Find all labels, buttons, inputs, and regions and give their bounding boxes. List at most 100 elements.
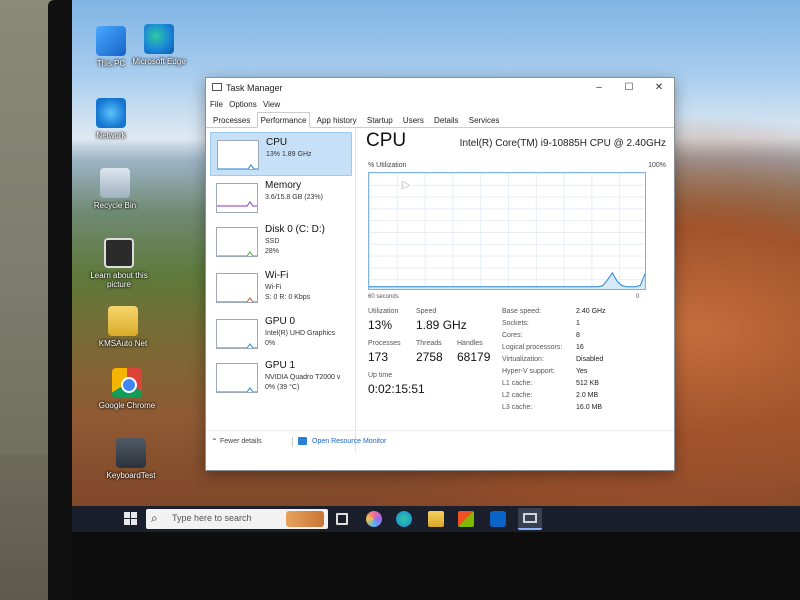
utilization-value: 13% bbox=[368, 318, 393, 332]
desktop-icon-edge[interactable]: Microsoft Edge bbox=[128, 24, 190, 66]
edge-taskbar-icon[interactable] bbox=[396, 511, 412, 527]
detail-value: 1 bbox=[576, 320, 580, 327]
taskbar-search-box[interactable]: ⌕ Type here to search bbox=[146, 509, 328, 529]
windows-logo-icon bbox=[124, 512, 130, 518]
outlook-icon[interactable] bbox=[490, 511, 506, 527]
window-title: Task Manager bbox=[226, 83, 283, 93]
detail-value: 2.40 GHz bbox=[576, 308, 606, 315]
maximize-button[interactable]: ☐ bbox=[614, 78, 644, 98]
computer-icon bbox=[96, 26, 126, 56]
resource-list: CPU 13% 1.89 GHz Memory 3.6/15.8 GB (23%… bbox=[206, 128, 356, 452]
resource-cpu[interactable]: CPU 13% 1.89 GHz bbox=[210, 132, 352, 176]
copilot-icon[interactable] bbox=[366, 511, 382, 527]
menu-file[interactable]: File bbox=[210, 100, 223, 109]
task-manager-icon bbox=[523, 513, 537, 523]
resource-detail: 3.6/15.8 GB (23%) bbox=[265, 194, 323, 201]
resource-detail: NVIDIA Quadro T2000 v bbox=[265, 374, 341, 381]
detail-value: 8 bbox=[576, 332, 580, 339]
resource-detail: Intel(R) UHD Graphics bbox=[265, 330, 336, 337]
detail-key: Cores: bbox=[502, 332, 523, 339]
detail-key: L1 cache: bbox=[502, 380, 533, 387]
speed-value: 1.89 GHz bbox=[416, 318, 467, 332]
footer-divider bbox=[292, 437, 293, 447]
title-bar[interactable]: Task Manager – ☐ ✕ bbox=[206, 78, 674, 98]
detail-key: Hyper-V support: bbox=[502, 368, 555, 375]
processes-label: Processes bbox=[368, 340, 401, 347]
open-resource-monitor-link[interactable]: Open Resource Monitor bbox=[312, 438, 386, 445]
resource-gpu0[interactable]: GPU 0 Intel(R) UHD Graphics 0% bbox=[210, 312, 352, 356]
chrome-icon bbox=[112, 368, 142, 398]
cpu-graph-svg bbox=[369, 271, 646, 289]
disk-thumbnail-graph bbox=[216, 227, 258, 257]
wifi-thumbnail-graph bbox=[216, 273, 258, 303]
close-button[interactable]: ✕ bbox=[644, 78, 674, 98]
desktop-icon-kmsauto[interactable]: KMSAuto Net bbox=[92, 306, 154, 348]
resource-name: Disk 0 (C: D:) bbox=[265, 224, 325, 235]
search-placeholder: Type here to search bbox=[172, 513, 252, 523]
detail-key: Logical processors: bbox=[502, 344, 563, 351]
start-button[interactable] bbox=[124, 512, 138, 526]
folder-icon bbox=[108, 306, 138, 336]
tab-details[interactable]: Details bbox=[430, 112, 462, 128]
minimize-button[interactable]: – bbox=[584, 78, 614, 98]
performance-pane: CPU 13% 1.89 GHz Memory 3.6/15.8 GB (23%… bbox=[206, 128, 674, 452]
desktop-icon-label: Microsoft Edge bbox=[132, 57, 186, 66]
desktop-icon-learn-about-picture[interactable]: Learn about this picture bbox=[88, 238, 150, 289]
camera-icon bbox=[104, 238, 134, 268]
processes-value: 173 bbox=[368, 350, 389, 364]
resource-detail-2: 28% bbox=[265, 248, 280, 255]
detail-value: 16 bbox=[576, 344, 584, 351]
task-manager-taskbar-icon[interactable] bbox=[518, 508, 542, 530]
desktop-icon-label: KMSAuto Net bbox=[98, 339, 148, 348]
detail-value: Disabled bbox=[576, 356, 604, 363]
tab-performance[interactable]: Performance bbox=[256, 112, 311, 128]
tab-processes[interactable]: Processes bbox=[209, 112, 254, 128]
graph-max: 100% bbox=[648, 162, 666, 169]
tab-users[interactable]: Users bbox=[399, 112, 428, 128]
microsoft-store-icon[interactable] bbox=[458, 511, 474, 527]
task-view-icon[interactable] bbox=[336, 513, 348, 525]
menu-bar: File Options View bbox=[206, 98, 674, 112]
file-explorer-icon[interactable] bbox=[428, 511, 444, 527]
desktop-icon-network[interactable]: Network bbox=[80, 98, 142, 140]
tab-services[interactable]: Services bbox=[465, 112, 504, 128]
resource-name: Memory bbox=[265, 180, 302, 191]
detail-value: Yes bbox=[576, 368, 588, 375]
detail-key: Base speed: bbox=[502, 308, 541, 315]
tab-startup[interactable]: Startup bbox=[363, 112, 397, 128]
thumbnail-line bbox=[217, 251, 257, 256]
task-manager-app-icon bbox=[212, 83, 222, 91]
resource-monitor-icon bbox=[298, 437, 307, 445]
edge-icon bbox=[144, 24, 174, 54]
uptime-value: 0:02:15:51 bbox=[368, 382, 425, 396]
resource-detail: Wi-Fi bbox=[265, 284, 282, 291]
resource-disk[interactable]: Disk 0 (C: D:) SSD 28% bbox=[210, 220, 352, 264]
speed-label: Speed bbox=[416, 308, 437, 315]
desktop-icon-keyboardtest[interactable]: KeyboardTest bbox=[100, 438, 162, 480]
menu-options[interactable]: Options bbox=[229, 100, 257, 109]
thumbnail-line bbox=[218, 164, 258, 169]
resource-gpu1[interactable]: GPU 1 NVIDIA Quadro T2000 v 0% (39 °C) bbox=[210, 356, 352, 400]
resource-memory[interactable]: Memory 3.6/15.8 GB (23%) bbox=[210, 176, 352, 220]
uptime-label: Up time bbox=[368, 372, 393, 379]
utilization-label: Utilization bbox=[368, 308, 399, 315]
detail-key: L2 cache: bbox=[502, 392, 533, 399]
thumbnail-line bbox=[217, 201, 257, 207]
task-manager-window: Task Manager – ☐ ✕ File Options View Pro… bbox=[205, 77, 675, 471]
fewer-details-link[interactable]: Fewer details bbox=[220, 438, 262, 445]
memory-thumbnail-graph bbox=[216, 183, 258, 213]
resource-detail: 13% 1.89 GHz bbox=[266, 151, 312, 158]
gpu1-thumbnail-graph bbox=[216, 363, 258, 393]
cpu-thumbnail-graph bbox=[217, 140, 259, 170]
desktop-icon-label: Google Chrome bbox=[98, 401, 156, 410]
detail-title: CPU bbox=[366, 130, 407, 151]
desktop-icon-recycle-bin[interactable]: Recycle Bin bbox=[84, 168, 146, 210]
cpu-history-line bbox=[369, 271, 646, 288]
detail-key: Sockets: bbox=[502, 320, 529, 327]
chevron-up-icon: ⌃ bbox=[211, 437, 218, 446]
tab-app-history[interactable]: App history bbox=[313, 112, 361, 128]
resource-wifi[interactable]: Wi-Fi Wi-Fi S: 0 R: 0 Kbps bbox=[210, 266, 352, 310]
menu-view[interactable]: View bbox=[263, 100, 280, 109]
handles-label: Handles bbox=[457, 340, 483, 347]
desktop-icon-chrome[interactable]: Google Chrome bbox=[96, 368, 158, 410]
